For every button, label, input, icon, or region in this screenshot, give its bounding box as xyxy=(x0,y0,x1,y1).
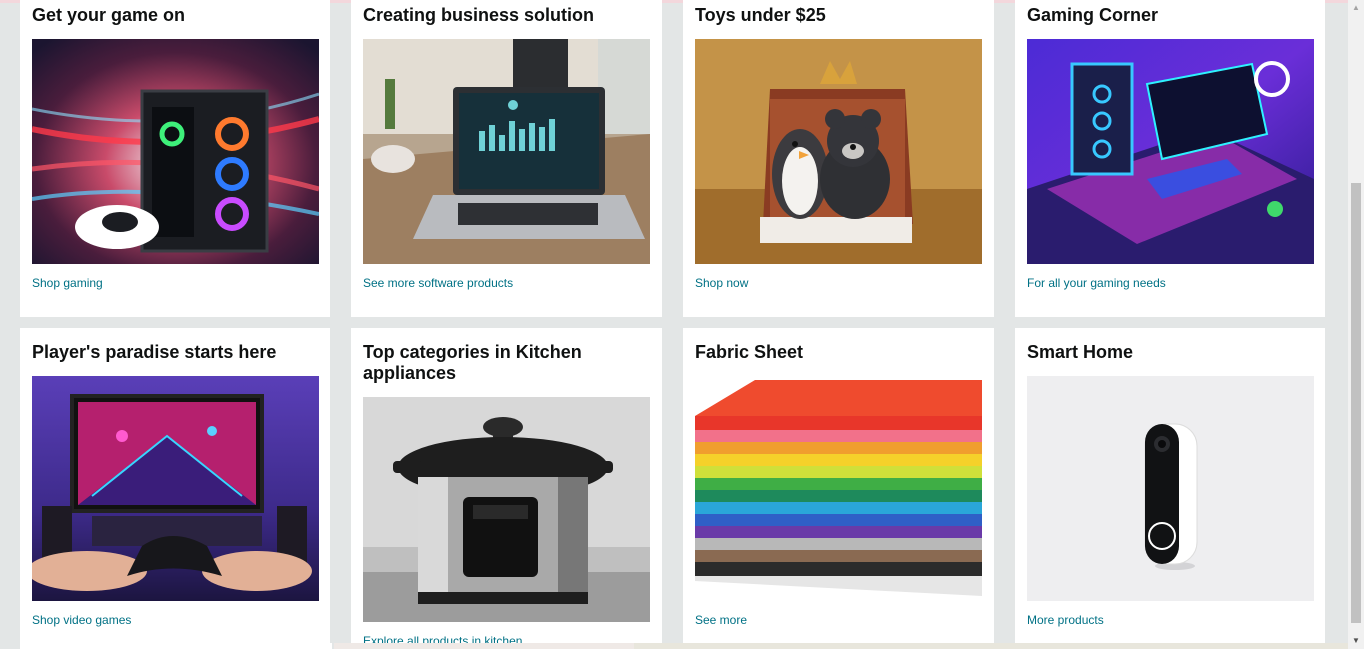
felt-sheets-image[interactable] xyxy=(695,376,982,601)
card-creating-business-solution: Creating business solution See more soft… xyxy=(351,0,662,317)
card-title: Toys under $25 xyxy=(695,5,826,25)
next-row-strip xyxy=(46,643,332,649)
card-title: Fabric Sheet xyxy=(695,342,804,362)
shop-video-games-link[interactable]: Shop video games xyxy=(32,613,131,627)
card-title: Player's paradise starts here xyxy=(32,342,277,362)
next-row-strip xyxy=(334,643,634,649)
card-title: Get your game on xyxy=(32,5,186,25)
controller-tv-image[interactable] xyxy=(32,376,319,601)
more-products-link[interactable]: More products xyxy=(1027,613,1104,627)
card-title: Top categories in Kitchen appliances xyxy=(363,342,582,383)
for-all-your-gaming-needs-link[interactable]: For all your gaming needs xyxy=(1027,276,1166,290)
scroll-down-arrow-icon[interactable]: ▼ xyxy=(1348,633,1364,649)
video-doorbell-image[interactable] xyxy=(1027,376,1314,601)
card-title: Creating business solution xyxy=(363,5,595,25)
next-row-strip xyxy=(634,643,1348,649)
laptop-dashboard-image[interactable] xyxy=(363,39,650,264)
page-viewport: Get your game on Shop gaming Creating bu… xyxy=(0,0,1348,649)
card-gaming-corner: Gaming Corner For all your gaming needs xyxy=(1015,0,1325,317)
shop-gaming-link[interactable]: Shop gaming xyxy=(32,276,103,290)
card-get-your-game-on: Get your game on Shop gaming xyxy=(20,0,330,317)
see-more-software-products-link[interactable]: See more software products xyxy=(363,276,513,290)
card-toys-under-25: Toys under $25 Shop now xyxy=(683,0,994,317)
card-fabric-sheet: Fabric Sheet See more xyxy=(683,328,994,649)
shop-now-link[interactable]: Shop now xyxy=(695,276,748,290)
card-kitchen-appliances: Top categories in Kitchen appliances Exp… xyxy=(351,328,662,649)
scrollbar-thumb[interactable] xyxy=(1351,183,1361,623)
vertical-scrollbar[interactable]: ▲ ▼ xyxy=(1348,0,1364,649)
plush-toys-image[interactable] xyxy=(695,39,982,264)
card-smart-home: Smart Home More products xyxy=(1015,328,1325,649)
card-title: Gaming Corner xyxy=(1027,5,1159,25)
see-more-link[interactable]: See more xyxy=(695,613,747,627)
pressure-cooker-image[interactable] xyxy=(363,397,650,622)
gaming-desk-image[interactable] xyxy=(1027,39,1314,264)
card-players-paradise: Player's paradise starts here Shop video… xyxy=(20,328,330,649)
gaming-pc-image[interactable] xyxy=(32,39,319,264)
card-title: Smart Home xyxy=(1027,342,1134,362)
scroll-up-arrow-icon[interactable]: ▲ xyxy=(1348,0,1364,16)
